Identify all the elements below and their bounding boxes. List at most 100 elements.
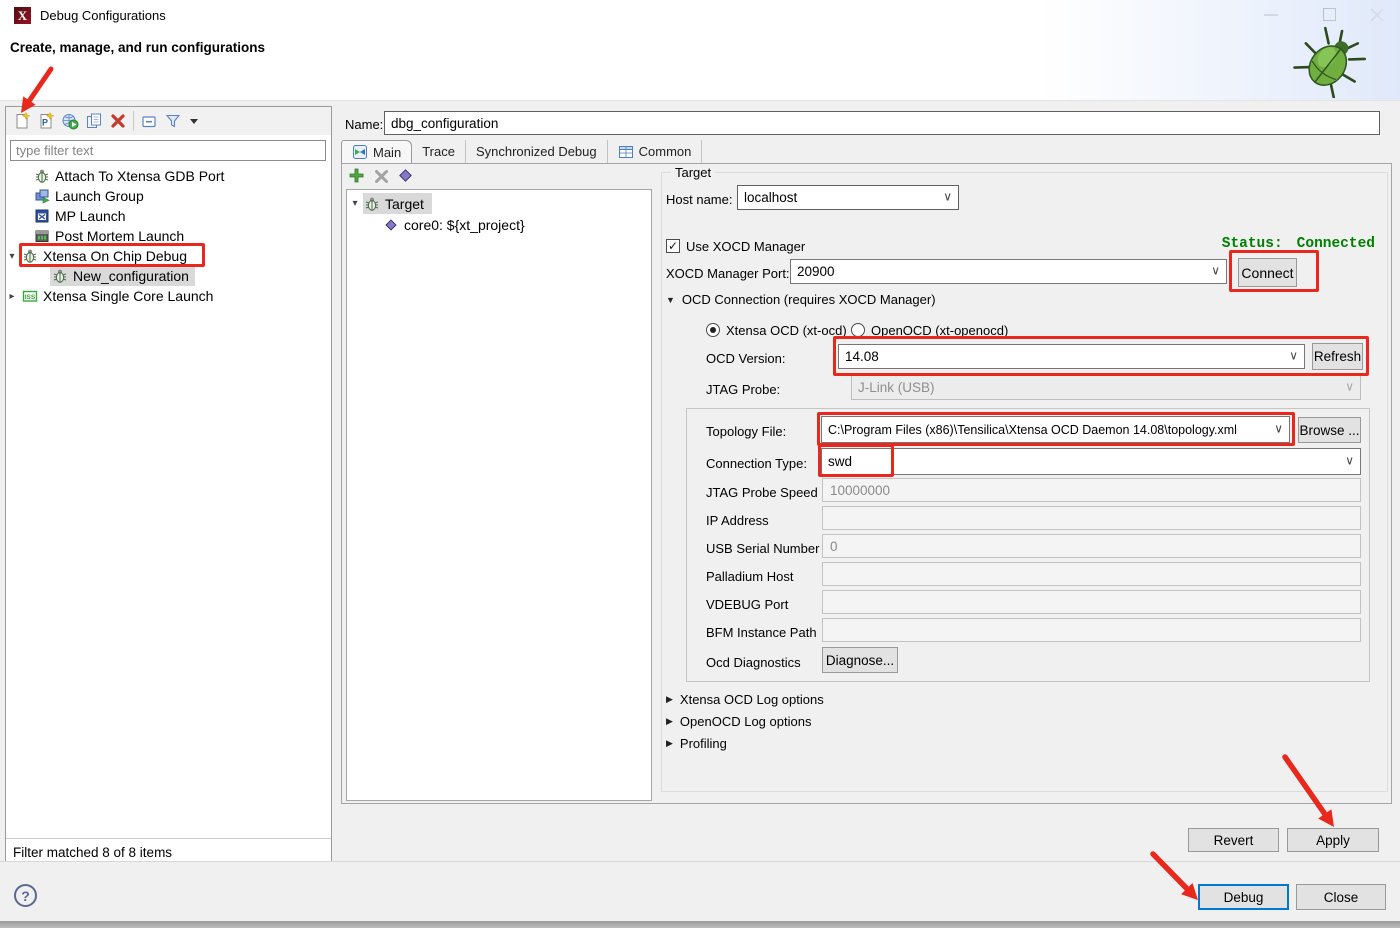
- section-collapsed-icon: ▶: [666, 716, 673, 727]
- palladium-host-label: Palladium Host: [706, 569, 793, 584]
- core-diamond-icon[interactable]: [397, 167, 414, 184]
- ocd-connection-section[interactable]: ▼ OCD Connection (requires XOCD Manager): [666, 292, 936, 307]
- expander-expanded-icon[interactable]: ▾: [347, 198, 363, 209]
- new-configuration-icon[interactable]: [13, 112, 31, 130]
- chevron-down-icon: ∨: [1211, 263, 1220, 277]
- filter-icon[interactable]: [164, 112, 182, 130]
- tree-item-post-mortem[interactable]: Post Mortem Launch: [6, 226, 329, 246]
- tab-main[interactable]: Main: [341, 140, 412, 163]
- delete-configuration-icon[interactable]: [109, 112, 127, 130]
- expander-expanded-icon[interactable]: ▾: [6, 251, 18, 262]
- core-diamond-icon: [383, 217, 399, 233]
- help-button[interactable]: ?: [14, 884, 37, 907]
- topology-file-value: C:\Program Files (x86)\Tensilica\Xtensa …: [828, 423, 1237, 437]
- palladium-host-input[interactable]: [822, 562, 1361, 586]
- post-mortem-icon: [34, 228, 50, 244]
- tab-common[interactable]: Common: [608, 140, 703, 163]
- section-collapsed-icon: ▶: [666, 738, 673, 749]
- help-icon: ?: [21, 888, 30, 904]
- tree-item-label: Launch Group: [55, 188, 144, 204]
- toolbar-separator: [133, 111, 134, 131]
- jtag-probe-value: J-Link (USB): [858, 380, 935, 395]
- filter-status: Filter matched 8 of 8 items: [13, 845, 172, 860]
- xocd-port-combo[interactable]: 20900 ∨: [790, 259, 1227, 284]
- radio-openocd[interactable]: [851, 323, 865, 337]
- tree-item-label: core0: ${xt_project}: [404, 217, 525, 233]
- export-configurations-icon[interactable]: [61, 112, 79, 130]
- toolbar-menu-caret-icon[interactable]: [188, 115, 200, 127]
- filter-input[interactable]: [10, 140, 326, 161]
- mp-launch-icon: [34, 208, 50, 224]
- debug-button-label: Debug: [1224, 890, 1264, 905]
- browse-button-label: Browse ...: [1299, 423, 1359, 438]
- duplicate-configuration-icon[interactable]: [85, 112, 103, 130]
- add-target-icon[interactable]: [348, 167, 365, 184]
- target-tree-core0[interactable]: core0: ${xt_project}: [383, 214, 525, 235]
- profiling-section[interactable]: ▶ Profiling: [666, 736, 727, 751]
- jtag-speed-input: 10000000: [822, 478, 1361, 502]
- bfm-instance-label: BFM Instance Path: [706, 625, 817, 640]
- host-name-combo[interactable]: localhost ∨: [737, 185, 959, 210]
- app-logo-icon: X: [14, 7, 31, 24]
- tab-trace[interactable]: Trace: [412, 140, 466, 163]
- tree-item-label: Xtensa On Chip Debug: [43, 248, 187, 264]
- connection-type-combo[interactable]: swd ∨: [821, 448, 1361, 475]
- ocd-version-combo[interactable]: 14.08 ∨: [838, 344, 1305, 369]
- xocd-port-label: XOCD Manager Port:: [666, 266, 790, 281]
- diagnose-button[interactable]: Diagnose...: [822, 647, 898, 673]
- debug-config-bug-icon: [364, 196, 380, 212]
- usb-serial-label: USB Serial Number: [706, 541, 819, 556]
- refresh-button[interactable]: Refresh: [1312, 343, 1363, 370]
- radio-xtensa-ocd[interactable]: [706, 323, 720, 337]
- tree-item-mp-launch[interactable]: MP Launch: [6, 206, 329, 226]
- apply-button[interactable]: Apply: [1287, 828, 1379, 852]
- close-button[interactable]: Close: [1296, 884, 1386, 910]
- chevron-down-icon: ∨: [1345, 453, 1354, 467]
- tree-item-new-configuration[interactable]: New_configuration: [6, 266, 329, 286]
- collapse-all-icon[interactable]: [140, 112, 158, 130]
- section-label: OCD Connection (requires XOCD Manager): [682, 292, 936, 307]
- bfm-instance-input[interactable]: [822, 618, 1361, 642]
- host-name-value: localhost: [744, 190, 797, 205]
- tree-item-attach-gdb[interactable]: Attach To Xtensa GDB Port: [6, 166, 329, 186]
- ip-address-label: IP Address: [706, 513, 769, 528]
- tree-item-label: MP Launch: [55, 208, 126, 224]
- new-prototype-icon[interactable]: P: [37, 112, 55, 130]
- tree-item-xtensa-ocd[interactable]: ▾ Xtensa On Chip Debug: [6, 246, 329, 266]
- xtensa-log-section[interactable]: ▶ Xtensa OCD Log options: [666, 692, 824, 707]
- host-name-label: Host name:: [666, 192, 732, 207]
- debug-button[interactable]: Debug: [1198, 884, 1289, 910]
- jtag-probe-combo: J-Link (USB) ∨: [851, 375, 1361, 400]
- chevron-down-icon: ∨: [943, 189, 952, 203]
- xocd-port-value: 20900: [797, 264, 835, 279]
- tree-item-single-core[interactable]: ▸ ISS Xtensa Single Core Launch: [6, 286, 329, 306]
- ocd-version-value: 14.08: [845, 349, 879, 364]
- target-tree-panel: ▾ Target core0: ${xt_project}: [346, 189, 652, 801]
- status-value: Connected: [1297, 236, 1375, 252]
- configurations-toolbar: P: [6, 107, 331, 135]
- topology-file-combo[interactable]: C:\Program Files (x86)\Tensilica\Xtensa …: [821, 416, 1290, 443]
- remove-target-icon[interactable]: [373, 168, 390, 185]
- section-expanded-icon: ▼: [666, 295, 675, 305]
- tab-label: Common: [639, 144, 692, 159]
- target-tree-root[interactable]: ▾ Target: [347, 193, 432, 214]
- openocd-log-section[interactable]: ▶ OpenOCD Log options: [666, 714, 811, 729]
- use-xocd-label: Use XOCD Manager: [686, 239, 805, 254]
- expander-collapsed-icon[interactable]: ▸: [6, 291, 18, 302]
- ocd-diagnostics-label: Ocd Diagnostics: [706, 655, 801, 670]
- revert-button[interactable]: Revert: [1188, 828, 1279, 852]
- connection-type-label: Connection Type:: [706, 456, 807, 471]
- vdebug-port-input[interactable]: [822, 590, 1361, 614]
- use-xocd-checkbox[interactable]: ✓: [666, 239, 680, 253]
- name-input[interactable]: [384, 111, 1380, 135]
- svg-text:P: P: [42, 118, 48, 128]
- tree-item-launch-group[interactable]: Launch Group: [6, 186, 329, 206]
- browse-button[interactable]: Browse ...: [1298, 417, 1361, 443]
- chevron-down-icon: ∨: [1289, 348, 1298, 362]
- jtag-speed-value: 10000000: [830, 483, 890, 498]
- selected-row-highlight: New_configuration: [50, 266, 195, 286]
- ip-address-input[interactable]: [822, 506, 1361, 530]
- connect-button[interactable]: Connect: [1238, 258, 1297, 287]
- radio-xtensa-ocd-label: Xtensa OCD (xt-ocd): [726, 323, 847, 338]
- tab-synchronized-debug[interactable]: Synchronized Debug: [466, 140, 608, 163]
